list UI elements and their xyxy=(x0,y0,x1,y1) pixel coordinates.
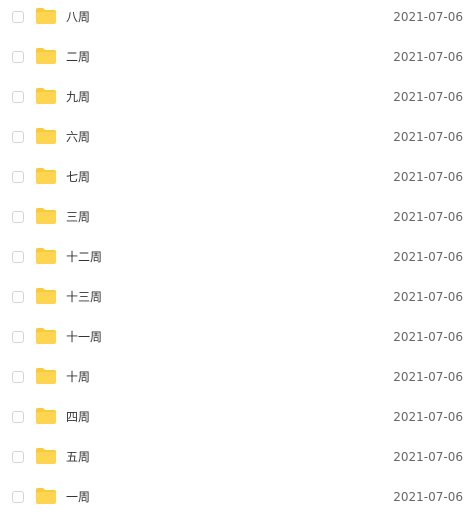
row-checkbox[interactable] xyxy=(12,411,24,423)
row-checkbox[interactable] xyxy=(12,291,24,303)
modified-date: 2021-07-06 xyxy=(393,50,463,64)
row-checkbox[interactable] xyxy=(12,491,24,503)
file-name[interactable]: 五周 xyxy=(66,449,90,465)
list-item[interactable]: 九周 2021-07-06 xyxy=(0,78,465,118)
modified-date: 2021-07-06 xyxy=(393,370,463,384)
row-checkbox[interactable] xyxy=(12,11,24,23)
file-name[interactable]: 二周 xyxy=(66,49,90,65)
list-item[interactable]: 五周 2021-07-06 xyxy=(0,438,465,478)
folder-icon xyxy=(35,487,57,505)
row-checkbox[interactable] xyxy=(12,171,24,183)
folder-icon xyxy=(35,167,57,185)
row-checkbox[interactable] xyxy=(12,251,24,263)
file-list: 八周 2021-07-06 二周 2021-07-06 九周 2021-07-0… xyxy=(0,0,465,519)
file-name[interactable]: 八周 xyxy=(66,9,90,25)
file-name[interactable]: 十一周 xyxy=(66,329,102,345)
modified-date: 2021-07-06 xyxy=(393,290,463,304)
folder-icon xyxy=(35,327,57,345)
row-checkbox[interactable] xyxy=(12,331,24,343)
modified-date: 2021-07-06 xyxy=(393,250,463,264)
folder-icon xyxy=(35,367,57,385)
modified-date: 2021-07-06 xyxy=(393,170,463,184)
modified-date: 2021-07-06 xyxy=(393,10,463,24)
file-name[interactable]: 十周 xyxy=(66,369,90,385)
folder-icon xyxy=(35,127,57,145)
modified-date: 2021-07-06 xyxy=(393,330,463,344)
list-item[interactable]: 十二周 2021-07-06 xyxy=(0,238,465,278)
list-item[interactable]: 八周 2021-07-06 xyxy=(0,0,465,38)
row-checkbox[interactable] xyxy=(12,211,24,223)
folder-icon xyxy=(35,7,57,25)
file-name[interactable]: 一周 xyxy=(66,489,90,505)
file-name[interactable]: 四周 xyxy=(66,409,90,425)
folder-icon xyxy=(35,407,57,425)
list-item[interactable]: 二周 2021-07-06 xyxy=(0,38,465,78)
file-name[interactable]: 七周 xyxy=(66,169,90,185)
modified-date: 2021-07-06 xyxy=(393,490,463,504)
folder-icon xyxy=(35,87,57,105)
row-checkbox[interactable] xyxy=(12,91,24,103)
list-item[interactable]: 十一周 2021-07-06 xyxy=(0,318,465,358)
modified-date: 2021-07-06 xyxy=(393,410,463,424)
file-name[interactable]: 十三周 xyxy=(66,289,102,305)
row-checkbox[interactable] xyxy=(12,371,24,383)
list-item[interactable]: 十三周 2021-07-06 xyxy=(0,278,465,318)
file-name[interactable]: 六周 xyxy=(66,129,90,145)
folder-icon xyxy=(35,207,57,225)
list-item[interactable]: 一周 2021-07-06 xyxy=(0,478,465,518)
file-name[interactable]: 三周 xyxy=(66,209,90,225)
list-item[interactable]: 十周 2021-07-06 xyxy=(0,358,465,398)
folder-icon xyxy=(35,247,57,265)
modified-date: 2021-07-06 xyxy=(393,90,463,104)
file-name[interactable]: 十二周 xyxy=(66,249,102,265)
file-name[interactable]: 九周 xyxy=(66,89,90,105)
modified-date: 2021-07-06 xyxy=(393,450,463,464)
folder-icon xyxy=(35,447,57,465)
list-item[interactable]: 四周 2021-07-06 xyxy=(0,398,465,438)
list-item[interactable]: 六周 2021-07-06 xyxy=(0,118,465,158)
row-checkbox[interactable] xyxy=(12,51,24,63)
modified-date: 2021-07-06 xyxy=(393,130,463,144)
row-checkbox[interactable] xyxy=(12,131,24,143)
list-item[interactable]: 三周 2021-07-06 xyxy=(0,198,465,238)
row-checkbox[interactable] xyxy=(12,451,24,463)
folder-icon xyxy=(35,287,57,305)
modified-date: 2021-07-06 xyxy=(393,210,463,224)
folder-icon xyxy=(35,47,57,65)
list-item[interactable]: 七周 2021-07-06 xyxy=(0,158,465,198)
